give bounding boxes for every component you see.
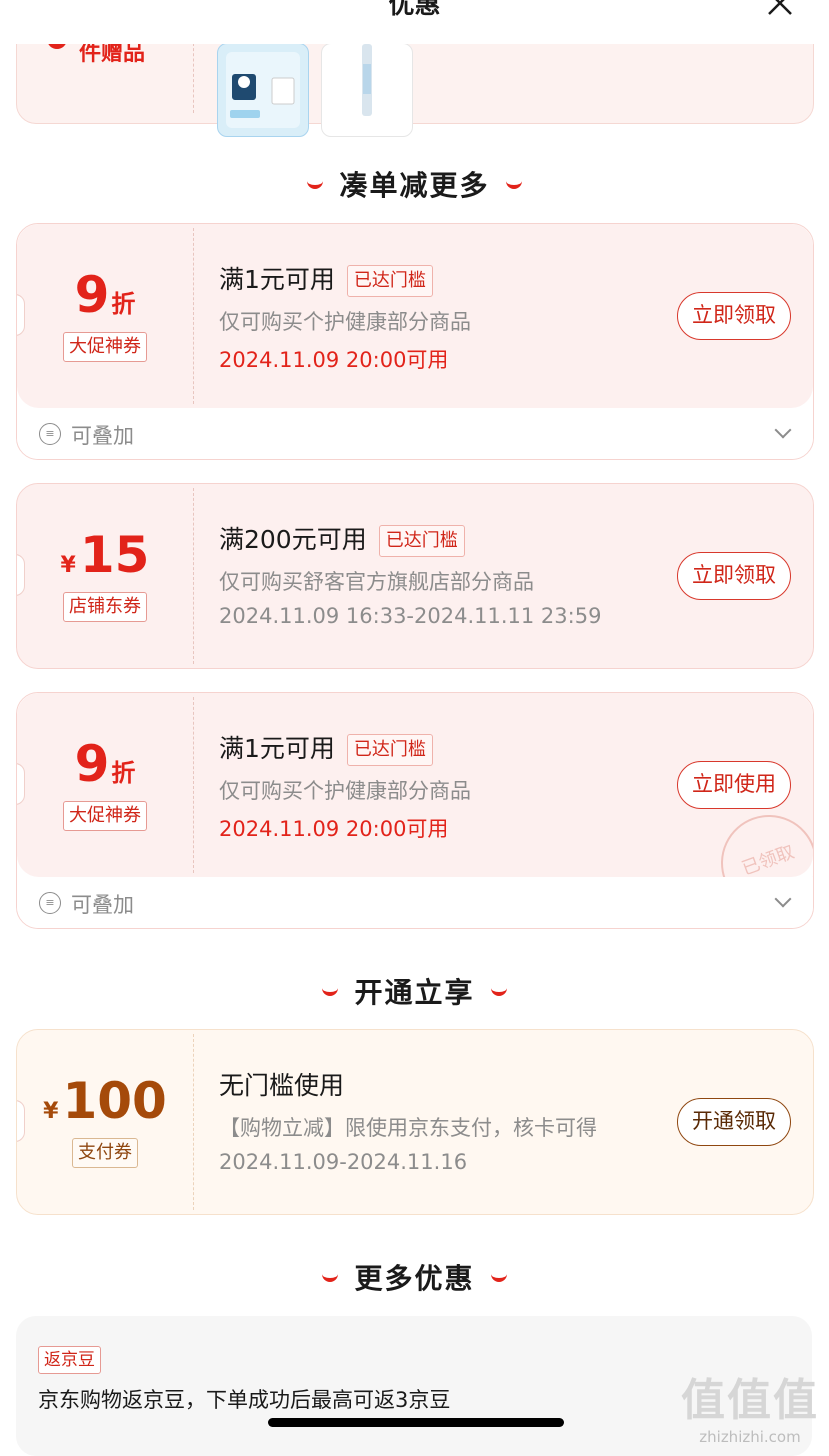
- coupon-condition-text: 无门槛使用: [219, 1071, 345, 1100]
- section-title-text: 开通立享: [354, 976, 475, 1009]
- section-title-open: 开通立享: [0, 971, 829, 1011]
- claim-button[interactable]: 立即领取: [677, 292, 791, 340]
- coupon-value: ¥100: [17, 1072, 193, 1130]
- threshold-badge: 已达门槛: [378, 525, 465, 557]
- coupon-body: ¥100 支付券 无门槛使用 【购物立减】限使用京东支付，核卡可得 2024.1…: [17, 1030, 813, 1214]
- claim-button[interactable]: 立即领取: [677, 552, 791, 600]
- coupon-time: 2024.11.09 20:00可用: [219, 817, 449, 841]
- coupon-type-tag-label: 店铺东券: [63, 592, 147, 622]
- section-deco-icon: [490, 984, 507, 996]
- coupon-value-unit: 折: [111, 759, 136, 787]
- gift-thumbnail-2[interactable]: [321, 43, 413, 137]
- coupon-type-tag: 支付券: [17, 1138, 193, 1168]
- coupon-body: ¥15 店铺东券 满200元可用 已达门槛 仅可购买舒客官方旗舰店部分商品 202…: [17, 484, 813, 668]
- coupon-type-tag-label: 大促神券: [63, 332, 147, 362]
- watermark-domain: zhizhizhi.com: [699, 1428, 801, 1446]
- more-offer-text: 京东购物返京豆，下单成功后最高可返3京豆: [38, 1388, 451, 1412]
- coupon-time: 2024.11.09 20:00可用: [219, 348, 449, 372]
- gift-divider: [193, 43, 194, 113]
- section-deco-icon: [490, 1270, 507, 1282]
- section-title-collect: 凑单减更多: [0, 164, 829, 204]
- jd-bean-tag: 返京豆: [38, 1346, 101, 1374]
- coupon-condition-text: 满1元可用: [219, 734, 335, 763]
- coupon-value-number: 15: [79, 526, 150, 584]
- section-deco-icon: [322, 1270, 339, 1282]
- coupon-value-unit: 折: [111, 290, 136, 318]
- coupon-value: 9折: [17, 266, 193, 324]
- coupon-body: 9折 大促神券 满1元可用 已达门槛 仅可购买个护健康部分商品 2024.11.0…: [17, 693, 813, 925]
- coupon-condition: 满200元可用 已达门槛: [219, 520, 465, 557]
- watermark-logo-mark: 值值值: [681, 1375, 819, 1426]
- coupon-description: 仅可购买舒客官方旗舰店部分商品: [219, 570, 534, 594]
- stackable-row[interactable]: ≡ 可叠加: [17, 408, 813, 459]
- use-button[interactable]: 立即使用: [677, 761, 791, 809]
- activate-claim-button[interactable]: 开通领取: [677, 1098, 791, 1146]
- coupon-description: 仅可购买个护健康部分商品: [219, 779, 471, 803]
- coupon-type-tag-label: 大促神券: [63, 801, 147, 831]
- currency-symbol: ¥: [43, 1099, 59, 1124]
- coupon-description: 【购物立减】限使用京东支付，核卡可得: [219, 1116, 597, 1140]
- stack-icon: ≡: [39, 423, 61, 445]
- coupon-description: 仅可购买个护健康部分商品: [219, 310, 471, 334]
- coupon-time: 2024.11.09-2024.11.16: [219, 1150, 468, 1174]
- coupon-condition: 无门槛使用: [219, 1066, 344, 1102]
- threshold-badge: 已达门槛: [346, 734, 433, 766]
- home-indicator[interactable]: [268, 1418, 564, 1427]
- stackable-label: 可叠加: [71, 893, 134, 917]
- coupon-card: 9折 大促神券 满1元可用 已达门槛 仅可购买个护健康部分商品 2024.11.0…: [16, 223, 814, 460]
- close-icon[interactable]: [765, 0, 795, 18]
- chevron-down-icon[interactable]: [774, 890, 792, 908]
- coupon-value: 9折: [17, 735, 193, 793]
- section-title-text: 凑单减更多: [339, 169, 490, 202]
- coupon-condition: 满1元可用 已达门槛: [219, 260, 433, 297]
- watermark-logo: 值值值 zhizhizhi.com: [681, 1364, 819, 1446]
- coupon-card: ¥100 支付券 无门槛使用 【购物立减】限使用京东支付，核卡可得 2024.1…: [16, 1029, 814, 1215]
- coupon-time: 2024.11.09 16:33-2024.11.11 23:59: [219, 604, 602, 628]
- coupon-type-tag: 大促神券: [17, 332, 193, 362]
- coupon-value-number: 100: [62, 1072, 167, 1130]
- coupon-value: ¥15: [17, 526, 193, 584]
- stackable-row[interactable]: ≡ 可叠加: [17, 877, 813, 928]
- coupon-body: 9折 大促神券 满1元可用 已达门槛 仅可购买个护健康部分商品 2024.11.0…: [17, 224, 813, 408]
- coupon-value-number: 9: [74, 735, 110, 793]
- coupon-type-tag: 大促神券: [17, 801, 193, 831]
- section-deco-icon: [307, 177, 324, 189]
- sheet-header: 优惠: [0, 0, 829, 44]
- sheet-title: 优惠: [388, 0, 441, 20]
- gift-thumbnail-1[interactable]: [217, 43, 309, 137]
- section-deco-icon: [505, 177, 522, 189]
- section-title-text: 更多优惠: [354, 1262, 475, 1295]
- chevron-down-icon[interactable]: [774, 421, 792, 439]
- coupon-divider: [193, 488, 194, 664]
- coupon-divider: [193, 228, 194, 404]
- coupon-condition: 满1元可用 已达门槛: [219, 729, 433, 766]
- coupon-type-tag: 店铺东券: [17, 592, 193, 622]
- stack-icon: ≡: [39, 892, 61, 914]
- coupon-card: ¥15 店铺东券 满200元可用 已达门槛 仅可购买舒客官方旗舰店部分商品 202…: [16, 483, 814, 669]
- section-title-more: 更多优惠: [0, 1257, 829, 1297]
- stackable-label: 可叠加: [71, 424, 134, 448]
- coupon-condition-text: 满200元可用: [219, 525, 367, 554]
- coupon-condition-text: 满1元可用: [219, 265, 335, 294]
- coupon-divider: [193, 697, 194, 873]
- section-deco-icon: [322, 984, 339, 996]
- coupon-card: 9折 大促神券 满1元可用 已达门槛 仅可购买个护健康部分商品 2024.11.0…: [16, 692, 814, 929]
- coupon-value-number: 9: [74, 266, 110, 324]
- coupon-divider: [193, 1034, 194, 1210]
- currency-symbol: ¥: [60, 553, 76, 578]
- coupon-type-tag-label: 支付券: [72, 1138, 138, 1168]
- threshold-badge: 已达门槛: [346, 265, 433, 297]
